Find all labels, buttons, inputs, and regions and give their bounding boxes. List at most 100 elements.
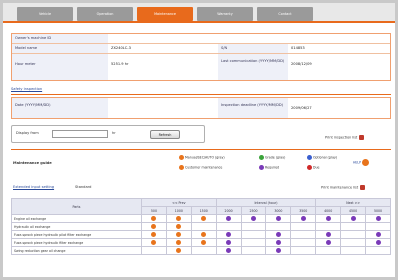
interval-cell[interactable]: [240, 230, 267, 239]
tab-warranty[interactable]: Warranty: [197, 7, 253, 21]
prev-link[interactable]: << Prev: [141, 198, 217, 207]
interval-cell[interactable]: [165, 238, 192, 247]
print-icon: [360, 185, 366, 190]
interval-cell[interactable]: [165, 214, 192, 223]
orange-dot-icon: [151, 240, 157, 245]
interval-cell[interactable]: [340, 238, 367, 247]
interval-cell[interactable]: [340, 230, 367, 239]
orange-dot-icon: [151, 232, 157, 237]
interval-cell[interactable]: [190, 222, 217, 231]
interval-cell[interactable]: [141, 222, 167, 231]
interval-cell[interactable]: [165, 230, 192, 239]
purple-dot-icon: [226, 216, 232, 221]
machine-info-table: Owner's machine ID Model name ZX240LC-3 …: [11, 33, 391, 81]
interval-cell[interactable]: [190, 230, 217, 239]
interval-cell[interactable]: [340, 214, 367, 223]
interval-cell[interactable]: [190, 214, 217, 223]
interval-cell[interactable]: [265, 246, 292, 255]
interval-cell[interactable]: [365, 230, 391, 239]
interval-cell[interactable]: [290, 230, 317, 239]
interval-cell[interactable]: [240, 246, 267, 255]
divider: [11, 149, 391, 150]
interval-cell[interactable]: [365, 238, 391, 247]
interval-cell[interactable]: [265, 238, 292, 247]
orange-dot-icon: [176, 232, 182, 237]
interval-cell[interactable]: [215, 214, 242, 223]
interval-cell[interactable]: [215, 222, 242, 231]
print-inspection-button[interactable]: Print inspection list: [325, 135, 365, 140]
help-link[interactable]: HELP: [353, 159, 370, 166]
maintenance-guide-title: Maintenance guide: [13, 161, 52, 165]
interval-cell[interactable]: [315, 238, 342, 247]
interval-cell[interactable]: [215, 246, 242, 255]
interval-cell[interactable]: [240, 214, 267, 223]
interval-cell[interactable]: [365, 246, 391, 255]
purple-dot-icon: [375, 232, 381, 237]
orange-dot-icon: [179, 155, 184, 160]
interval-cell[interactable]: [340, 222, 367, 231]
interval-cell[interactable]: [290, 246, 317, 255]
purple-dot-icon: [275, 232, 281, 237]
hour-header: 4500: [340, 206, 367, 215]
blue-dot-icon: [307, 155, 312, 160]
interval-cell[interactable]: [240, 222, 267, 231]
serial-value: 014853: [291, 46, 305, 50]
purple-dot-icon: [350, 216, 356, 221]
interval-cell[interactable]: [265, 214, 292, 223]
divider: [11, 94, 391, 95]
tab-vehicle[interactable]: Vehicle: [17, 7, 73, 21]
interval-cell[interactable]: [215, 238, 242, 247]
interval-cell[interactable]: [290, 214, 317, 223]
interval-cell[interactable]: [190, 238, 217, 247]
tab-contact[interactable]: Contact: [257, 7, 313, 21]
interval-cell[interactable]: [240, 238, 267, 247]
print-maintenance-label: Print maintenance list: [321, 185, 359, 190]
legend-item: Grade (gray): [259, 155, 285, 160]
maintenance-rows: Engine oil exchange Hydraulic oil exchang…: [11, 214, 391, 255]
orange-dot-icon: [176, 224, 182, 229]
print-inspection-label: Print inspection list: [325, 135, 358, 140]
tab-maintenance[interactable]: Maintenance: [137, 7, 193, 21]
hour-header: 500: [141, 206, 167, 215]
serial-label: S/N: [218, 44, 288, 53]
extended-input-link[interactable]: Extended input setting: [13, 185, 54, 189]
interval-cell[interactable]: [165, 246, 192, 255]
next-link[interactable]: Next >>: [315, 198, 391, 207]
interval-cell[interactable]: [141, 238, 167, 247]
interval-cell[interactable]: [315, 246, 342, 255]
display-filter: Display from hr Refresh: [11, 125, 205, 143]
interval-cell[interactable]: [340, 246, 367, 255]
interval-cell[interactable]: [141, 230, 167, 239]
part-name: Engine oil exchange: [11, 214, 142, 223]
table-row: Hydraulic oil exchange: [11, 222, 391, 231]
owner-id-value: [108, 34, 392, 43]
refresh-button[interactable]: Refresh: [150, 130, 180, 139]
orange-dot-icon: [201, 232, 207, 237]
interval-cell[interactable]: [315, 230, 342, 239]
table-row: Engine oil exchange: [11, 214, 391, 223]
interval-cell[interactable]: [315, 214, 342, 223]
inspection-date-value: [108, 98, 218, 118]
display-from-input[interactable]: [52, 130, 108, 138]
maintenance-table: Parts << Prev Interval (hour) Next >> 50…: [11, 198, 391, 255]
interval-cell[interactable]: [290, 238, 317, 247]
print-maintenance-button[interactable]: Print maintenance list: [321, 185, 366, 190]
interval-cell[interactable]: [365, 222, 391, 231]
interval-cell[interactable]: [141, 214, 167, 223]
inspection-deadline-label: Inspection deadline (YYYY/MM/DD): [218, 98, 288, 118]
interval-cell[interactable]: [265, 222, 292, 231]
purple-dot-icon: [251, 216, 256, 221]
purple-dot-icon: [375, 240, 381, 245]
interval-cell[interactable]: [315, 222, 342, 231]
interval-cell[interactable]: [165, 222, 192, 231]
interval-header: Interval (hour): [215, 198, 317, 207]
interval-cell[interactable]: [190, 246, 217, 255]
print-icon: [359, 135, 365, 140]
bottom-fade: [3, 259, 395, 277]
interval-cell[interactable]: [141, 246, 167, 255]
interval-cell[interactable]: [290, 222, 317, 231]
interval-cell[interactable]: [215, 230, 242, 239]
interval-cell[interactable]: [365, 214, 391, 223]
tab-operation[interactable]: Operation: [77, 7, 133, 21]
interval-cell[interactable]: [265, 230, 292, 239]
